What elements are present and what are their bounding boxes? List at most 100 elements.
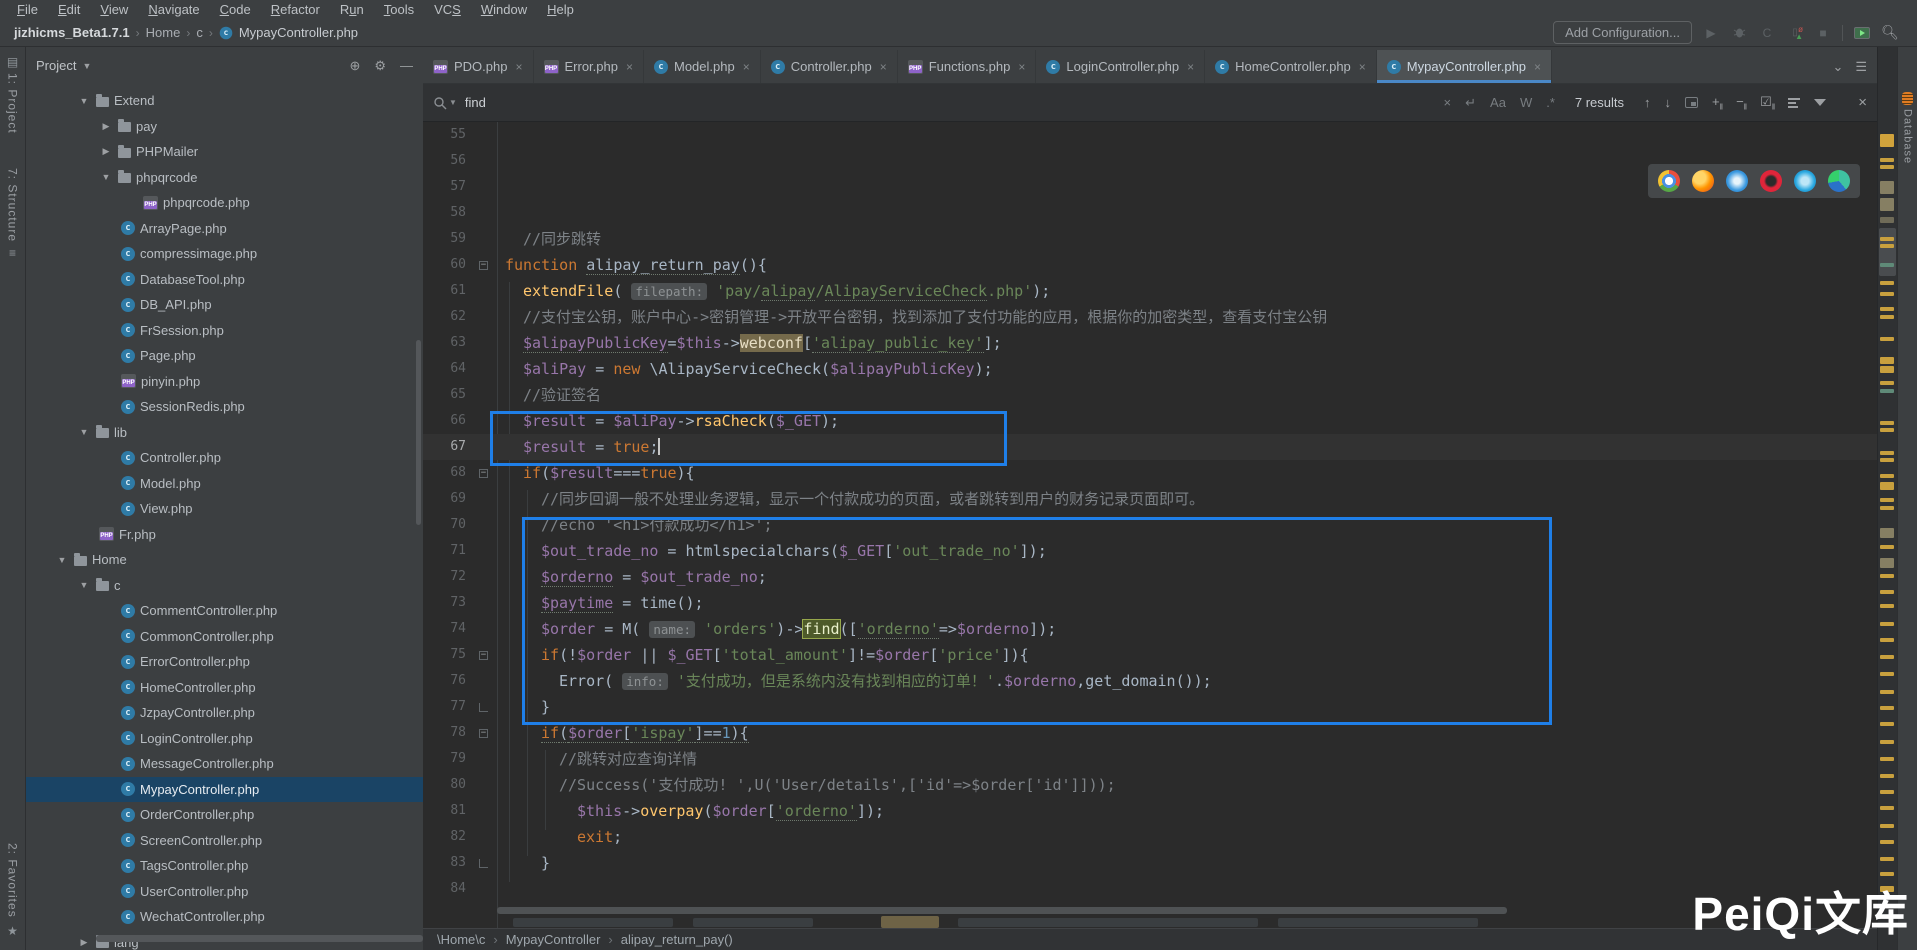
menu-item-run[interactable]: Run (331, 0, 373, 19)
stripe-mark[interactable] (1880, 381, 1894, 385)
edge-icon[interactable] (1828, 170, 1850, 192)
tab-close-icon[interactable]: × (743, 60, 750, 74)
tab-model-php[interactable]: cModel.php× (644, 50, 761, 83)
tree-item-model-php[interactable]: cModel.php (26, 471, 423, 497)
code-line-75[interactable]: 75−if(!$order || $_GET['total_amount']!=… (423, 642, 1877, 668)
tree-item-screencontroller-php[interactable]: cScreenController.php (26, 828, 423, 854)
code-line-80[interactable]: 80//Success('支付成功! ',U('User/details',['… (423, 772, 1877, 798)
tree-item-compressimage-php[interactable]: ccompressimage.php (26, 241, 423, 267)
fold-collapse-icon[interactable]: − (479, 261, 488, 270)
tree-item-pay[interactable]: ▶pay (26, 114, 423, 140)
tree-item-db_api-php[interactable]: cDB_API.php (26, 292, 423, 318)
stripe-mark[interactable] (1880, 506, 1894, 510)
code-line-81[interactable]: 81$this->overpay($order['orderno']); (423, 798, 1877, 824)
tab-mypaycontroller-php[interactable]: cMypayController.php× (1377, 50, 1552, 83)
tree-item-c[interactable]: ▼c (26, 573, 423, 599)
stop-icon[interactable]: ■ (1814, 25, 1832, 41)
project-vertical-scrollbar[interactable] (416, 340, 421, 525)
add-configuration-button[interactable]: Add Configuration... (1553, 21, 1692, 44)
stripe-mark[interactable] (1880, 528, 1894, 538)
opera-icon[interactable] (1760, 170, 1782, 192)
open-in-find-window-icon[interactable] (1685, 97, 1698, 108)
code-line-73[interactable]: 73$paytime = time(); (423, 590, 1877, 616)
stripe-mark[interactable] (1880, 263, 1894, 267)
code-line-74[interactable]: 74$order = M( name: 'orders')->find(['or… (423, 616, 1877, 642)
tree-collapsed-arrow-icon[interactable]: ▶ (99, 146, 113, 157)
code-line-78[interactable]: 78−if($order['ispay']==1){ (423, 720, 1877, 746)
structure-tool-icon[interactable]: ≡ (9, 246, 16, 262)
ie-icon[interactable] (1794, 170, 1816, 192)
filter-funnel-icon[interactable] (1814, 99, 1826, 106)
tree-item-phpmailer[interactable]: ▶PHPMailer (26, 139, 423, 165)
stripe-mark[interactable] (1880, 706, 1894, 710)
tree-item-pinyin-php[interactable]: PHPpinyin.php (26, 369, 423, 395)
locate-file-icon[interactable]: ⊕ (349, 58, 360, 74)
tree-item-jzpaycontroller-php[interactable]: cJzpayController.php (26, 700, 423, 726)
tree-item-ordercontroller-php[interactable]: cOrderController.php (26, 802, 423, 828)
stripe-mark[interactable] (1880, 740, 1894, 744)
tab-error-php[interactable]: PHPError.php× (534, 50, 645, 83)
code-line-70[interactable]: 70//echo '<h1>付款成功</h1>'; (423, 512, 1877, 538)
stripe-mark[interactable] (1880, 217, 1894, 223)
stripe-mark[interactable] (1880, 722, 1894, 726)
add-occurrence-icon[interactable]: +II (1712, 94, 1722, 112)
editor-vertical-scrollbar[interactable] (1879, 228, 1896, 276)
code-line-55[interactable]: 55 (423, 122, 1877, 148)
code-line-64[interactable]: 64$aliPay = new \AlipayServiceCheck($ali… (423, 356, 1877, 382)
tree-item-tagscontroller-php[interactable]: cTagsController.php (26, 853, 423, 879)
select-all-occurrences-icon[interactable]: ☑II (1760, 94, 1774, 112)
stripe-mark[interactable] (1880, 806, 1894, 810)
stripe-mark[interactable] (1880, 655, 1894, 659)
code-line-71[interactable]: 71$out_trade_no = htmlspecialchars($_GET… (423, 538, 1877, 564)
tree-item-logincontroller-php[interactable]: cLoginController.php (26, 726, 423, 752)
tab-pdo-php[interactable]: PHPPDO.php× (423, 50, 534, 83)
fold-collapse-icon[interactable]: − (479, 469, 488, 478)
project-horizontal-scrollbar[interactable] (96, 935, 423, 942)
stripe-mark[interactable] (1880, 545, 1894, 549)
stripe-mark[interactable] (1880, 315, 1894, 319)
stripe-mark[interactable] (1880, 672, 1894, 676)
code-line-83[interactable]: 83} (423, 850, 1877, 876)
menu-item-tools[interactable]: Tools (375, 0, 423, 19)
tree-item-page-php[interactable]: cPage.php (26, 343, 423, 369)
tree-item-home[interactable]: ▼Home (26, 547, 423, 573)
debug-icon[interactable] (1730, 25, 1748, 41)
code-line-58[interactable]: 58 (423, 200, 1877, 226)
menu-item-vcs[interactable]: VCS (425, 0, 470, 19)
filter-lines-icon[interactable] (1788, 96, 1800, 110)
stripe-mark[interactable] (1880, 237, 1894, 241)
previous-occurrence-icon[interactable]: ↑ (1644, 95, 1651, 110)
tree-expanded-arrow-icon[interactable]: ▼ (77, 580, 91, 590)
tree-item-mypaycontroller-php[interactable]: cMypayController.php (26, 777, 423, 803)
status-breadcrumb-item[interactable]: \Home\c (437, 932, 485, 947)
tree-item-view-php[interactable]: cView.php (26, 496, 423, 522)
menu-item-code[interactable]: Code (211, 0, 260, 19)
tree-item-messagecontroller-php[interactable]: cMessageController.php (26, 751, 423, 777)
tree-item-errorcontroller-php[interactable]: cErrorController.php (26, 649, 423, 675)
tree-expanded-arrow-icon[interactable]: ▼ (77, 427, 91, 437)
stripe-mark[interactable] (1880, 281, 1894, 285)
attach-profiler-icon[interactable]: ▯ø▲ (1786, 25, 1804, 41)
tree-item-commentcontroller-php[interactable]: cCommentController.php (26, 598, 423, 624)
code-line-61[interactable]: 61extendFile( filepath: 'pay/alipay/Alip… (423, 278, 1877, 304)
stripe-mark[interactable] (1880, 428, 1894, 432)
breadcrumb-item[interactable]: jizhicms_Beta1.7.1 (14, 25, 130, 40)
code-line-62[interactable]: 62//支付宝公钥，账户中心->密钥管理->开放平台密钥，找到添加了支付功能的应… (423, 304, 1877, 330)
run-anything-icon[interactable] (1853, 25, 1871, 41)
code-line-66[interactable]: 66$result = $aliPay->rsaCheck($_GET); (423, 408, 1877, 434)
stripe-mark[interactable] (1880, 474, 1894, 478)
stripe-mark[interactable] (1880, 690, 1894, 694)
tree-collapsed-arrow-icon[interactable]: ▶ (99, 121, 113, 132)
firefox-icon[interactable] (1692, 170, 1714, 192)
tree-expanded-arrow-icon[interactable]: ▼ (77, 96, 91, 106)
fold-end-icon[interactable] (479, 859, 488, 868)
editor-horizontal-scrollbar[interactable] (497, 907, 1507, 914)
stripe-mark[interactable] (1880, 857, 1894, 861)
stripe-mark[interactable] (1880, 421, 1894, 425)
menu-item-view[interactable]: View (91, 0, 137, 19)
code-editor[interactable]: 5556575859//同步跳转60−function alipay_retur… (423, 122, 1877, 928)
stripe-mark[interactable] (1880, 307, 1894, 311)
code-line-65[interactable]: 65//验证签名 (423, 382, 1877, 408)
stripe-mark[interactable] (1880, 840, 1894, 844)
code-line-59[interactable]: 59//同步跳转 (423, 226, 1877, 252)
